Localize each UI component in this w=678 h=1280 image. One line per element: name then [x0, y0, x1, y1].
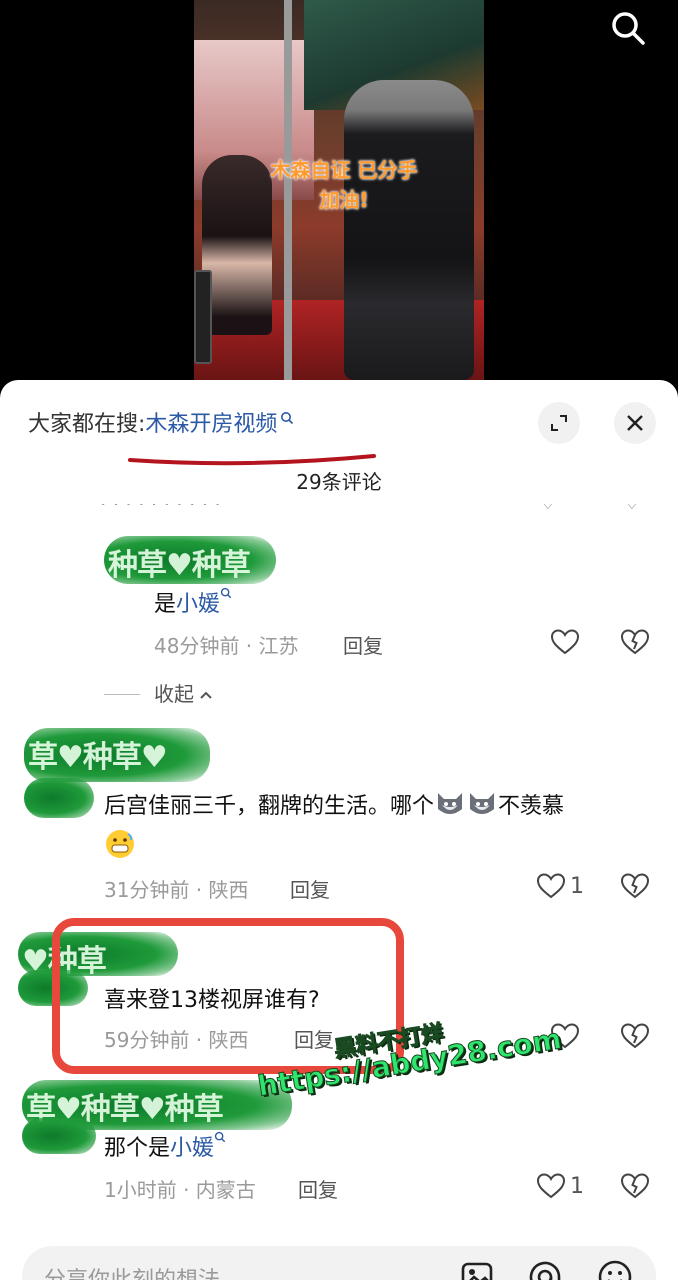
comment-count: 29条评论: [296, 470, 382, 494]
comment-text: 那个是小媛: [104, 1130, 226, 1162]
comment-keyword-link[interactable]: 小媛: [176, 592, 220, 617]
heart-icon: [536, 1173, 566, 1199]
close-icon: [627, 415, 643, 431]
comment-text: 后宫佳丽三千，翻牌的生活。哪个 不羡慕: [104, 788, 564, 820]
collapse-replies-button[interactable]: 收起: [104, 678, 214, 707]
collapse-divider: [104, 694, 140, 695]
hot-search-prefix: 大家都在搜:: [28, 412, 146, 437]
video-man-figure: [344, 80, 474, 380]
keyword-search-icon: [280, 406, 294, 431]
partial-like-icon: ♡: [538, 504, 558, 515]
like-count: 1: [570, 1173, 584, 1199]
reply-button[interactable]: 回复: [343, 630, 383, 659]
comment-meta: 31分钟前 · 陕西: [104, 878, 249, 902]
dislike-button[interactable]: [620, 1022, 650, 1054]
censored-username: 草♥种草♥: [24, 728, 210, 782]
dislike-button[interactable]: [620, 628, 650, 660]
comment-text-main: 后宫佳丽三千，翻牌的生活。哪个: [104, 794, 435, 819]
grimace-emoji-icon: [104, 828, 136, 860]
husky-emoji-icon: [466, 793, 498, 819]
censored-avatar: [22, 1118, 96, 1154]
chevron-up-icon: [194, 682, 214, 706]
husky-emoji-icon: [434, 793, 466, 819]
video-frame[interactable]: 木森自证 已分手 加油!: [194, 0, 484, 380]
censored-username: 种草♥种草: [104, 536, 276, 584]
reply-button[interactable]: 回复: [290, 874, 330, 903]
video-caption-line1: 木森自证 已分手: [270, 158, 418, 182]
partial-meta-text: · · · · · · · · · ·: [100, 504, 221, 516]
broken-heart-icon: [620, 1173, 650, 1199]
expand-button[interactable]: [538, 402, 580, 444]
like-button[interactable]: 1: [536, 872, 584, 900]
video-caption-line2: 加油!: [319, 188, 369, 212]
heart-icon: [536, 873, 566, 899]
hot-search-keyword[interactable]: 木森开房视频: [145, 412, 277, 437]
comment-text-plain: 那个是: [104, 1136, 171, 1161]
dislike-button[interactable]: [620, 1172, 650, 1204]
search-icon[interactable]: [608, 8, 648, 48]
like-count: 1: [570, 873, 584, 899]
broken-heart-icon: [620, 1023, 650, 1049]
like-button[interactable]: [550, 628, 584, 656]
collapse-label: 收起: [154, 682, 194, 706]
broken-heart-icon: [620, 873, 650, 899]
video-phone-figure: [194, 270, 212, 364]
comment-input-placeholder[interactable]: 分享你此刻的想法: [44, 1262, 220, 1280]
video-player[interactable]: 木森自证 已分手 加油!: [0, 0, 678, 390]
keyword-search-icon: [214, 1131, 226, 1161]
comment-input-bar[interactable]: 分享你此刻的想法: [22, 1246, 656, 1280]
dislike-button[interactable]: [620, 872, 650, 904]
comment-meta: 1小时前 · 内蒙古: [104, 1178, 256, 1202]
partial-comment-row: · · · · · · · · · · ♡ ♡: [100, 504, 660, 520]
comment-keyword-link[interactable]: 小媛: [170, 1136, 214, 1161]
comment-meta: 48分钟前 · 江苏: [154, 634, 299, 658]
broken-heart-icon: [620, 629, 650, 655]
keyword-search-icon: [220, 587, 232, 617]
comment-sheet: 大家都在搜:木森开房视频 29条评论 · · · · · · · · · · ♡…: [0, 380, 678, 1280]
reply-button[interactable]: 回复: [298, 1174, 338, 1203]
censored-username-text: 种草♥种草: [108, 548, 251, 583]
like-button[interactable]: 1: [536, 1172, 584, 1200]
censored-avatar: [24, 778, 94, 818]
comment-text-plain: 是: [154, 592, 177, 617]
image-icon[interactable]: [458, 1258, 496, 1280]
expand-icon: [551, 415, 567, 431]
censored-username-text: 草♥种草♥: [28, 740, 168, 775]
video-caption: 木森自证 已分手 加油!: [244, 155, 444, 215]
partial-dislike-icon: ♡: [622, 504, 642, 515]
emoji-icon[interactable]: [596, 1258, 634, 1280]
close-button[interactable]: [614, 402, 656, 444]
comment-text-after: 不羡慕: [498, 794, 565, 819]
mention-icon[interactable]: [526, 1258, 564, 1280]
comment-text: 是小媛: [154, 586, 232, 618]
hot-search-link[interactable]: 大家都在搜:木森开房视频: [28, 406, 294, 438]
heart-icon: [550, 629, 580, 655]
